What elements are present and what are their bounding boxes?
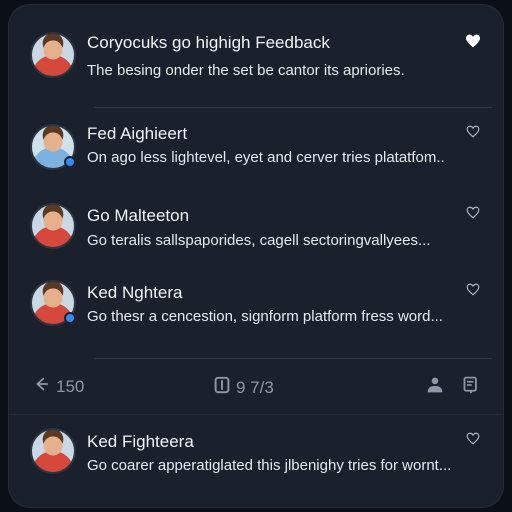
avatar[interactable] [30,428,76,474]
item-message: The besing onder the set be cantor its a… [87,62,405,79]
profile-button[interactable] [424,376,446,399]
item-title: Ked Nghtera [87,283,183,302]
heart-outline-icon[interactable] [464,122,482,140]
stats-bar: 150 9 7/3 [8,376,504,404]
avatar[interactable] [30,203,76,249]
reply-count: 150 [56,376,85,396]
person-icon [424,376,446,399]
avatar[interactable] [30,32,76,78]
heart-outline-icon[interactable] [464,203,482,221]
item-title: Go Malteeton [87,206,190,225]
item-title: Ked Fighteera [87,432,194,451]
heart-icon[interactable] [464,32,482,50]
item-message: Go thesr a cencestion, signform platform… [87,308,443,325]
view-stat[interactable]: 9 7/3 [214,376,274,399]
divider [8,414,504,415]
reply-stat[interactable]: 150 [34,376,84,397]
divider [94,107,492,108]
verified-badge-icon [64,312,76,324]
item-message: On ago less lightevel, eyet and cerver t… [87,149,445,166]
document-icon [214,376,230,399]
reply-arrow-icon [34,376,50,397]
share-box-icon [462,376,480,399]
view-count: 9 7/3 [236,377,274,397]
heart-outline-icon[interactable] [464,429,482,447]
verified-badge-icon [64,156,76,168]
item-message: Go teralis sallspaporides, cagell sector… [87,232,431,249]
feedback-panel: Coryocuks go highigh Feedback The besing… [8,4,504,508]
share-button[interactable] [462,376,480,399]
divider [94,358,492,359]
heart-outline-icon[interactable] [464,280,482,298]
item-message: Go coarer apperatiglated this jlbenighy … [87,457,452,474]
item-title: Fed Aighieert [87,124,188,143]
item-title: Coryocuks go highigh Feedback [87,33,330,52]
